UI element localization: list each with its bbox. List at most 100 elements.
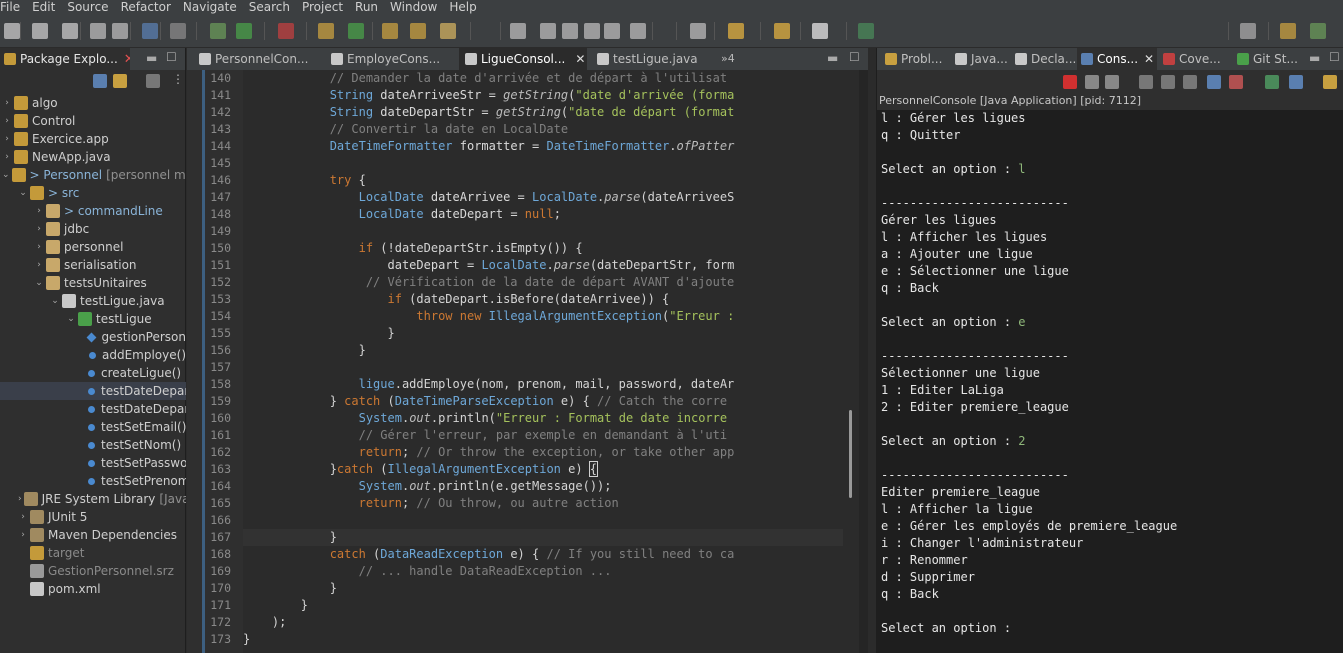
code-line[interactable]: }: [243, 325, 394, 342]
tree-item[interactable]: testSetEmail(): [0, 418, 186, 436]
menu-search[interactable]: Search: [247, 0, 300, 14]
console-tab[interactable]: Java...: [951, 48, 1009, 70]
open-type-icon[interactable]: [382, 23, 398, 39]
console-output[interactable]: l : Gérer les ligues q : Quitter Select an…: [877, 110, 1343, 653]
code-line[interactable]: System.out.println(e.getMessage());: [243, 478, 612, 495]
open-console-icon[interactable]: [1323, 75, 1337, 89]
tree-item[interactable]: › Maven Dependencies: [0, 526, 186, 544]
mark-occurrences-icon[interactable]: [562, 23, 578, 39]
tree-item[interactable]: › > commandLine: [0, 202, 186, 220]
tree-item[interactable]: gestionPerson: [0, 328, 186, 346]
tree-item[interactable]: target: [0, 544, 186, 562]
console-tab[interactable]: Cons... ✕: [1077, 48, 1157, 70]
tree-item[interactable]: › Control: [0, 112, 186, 130]
tree-item[interactable]: ⌄ > Personnel[personnel maste: [0, 166, 186, 184]
link-with-editor-icon[interactable]: [113, 74, 127, 88]
code-line[interactable]: );: [243, 614, 286, 631]
maximize-icon[interactable]: ☐: [849, 50, 860, 64]
word-wrap-icon[interactable]: [1183, 75, 1197, 89]
collapsed-twisty-icon[interactable]: ›: [2, 134, 12, 144]
tree-item[interactable]: testDateDepar: [0, 382, 186, 400]
editor-scrollbar[interactable]: [843, 70, 868, 653]
search-quick-access-icon[interactable]: [1240, 23, 1256, 39]
expanded-twisty-icon[interactable]: ⌄: [2, 170, 10, 180]
menu-source[interactable]: Source: [65, 0, 118, 14]
collapsed-twisty-icon[interactable]: ›: [34, 260, 44, 270]
tree-item[interactable]: pom.xml: [0, 580, 186, 598]
editor-tab[interactable]: EmployeCons...: [325, 48, 455, 70]
maximize-icon[interactable]: ☐: [166, 50, 177, 64]
tree-item[interactable]: testDateDepar: [0, 400, 186, 418]
pilcrow-icon[interactable]: [630, 23, 646, 39]
code-line[interactable]: }: [243, 342, 366, 359]
collapsed-twisty-icon[interactable]: ›: [34, 242, 44, 252]
code-line[interactable]: System.out.println("Erreur : Format de d…: [243, 410, 728, 427]
clear-console-icon[interactable]: [1139, 75, 1153, 89]
code-line[interactable]: }: [243, 529, 843, 546]
run-icon[interactable]: [236, 23, 252, 39]
tree-item[interactable]: › Exercice.app: [0, 130, 186, 148]
console-tab[interactable]: Cove...: [1159, 48, 1231, 70]
external-tools-icon[interactable]: [278, 23, 294, 39]
editor-scroll-thumb[interactable]: [849, 410, 852, 498]
tree-item[interactable]: › JUnit 5: [0, 508, 186, 526]
code-line[interactable]: }catch (IllegalArgumentException e) {: [243, 461, 599, 478]
tree-item[interactable]: › algo: [0, 94, 186, 112]
tree-item[interactable]: createLigue() :: [0, 364, 186, 382]
expanded-twisty-icon[interactable]: ⌄: [18, 188, 28, 198]
tree-item[interactable]: testSetNom() :: [0, 436, 186, 454]
open-task-icon[interactable]: [410, 23, 426, 39]
code-line[interactable]: // Vérification de la date de départ AVA…: [243, 274, 734, 291]
show-console-on-error-icon[interactable]: [1229, 75, 1243, 89]
tree-item[interactable]: GestionPersonnel.srz: [0, 562, 186, 580]
code-line[interactable]: dateDepart = LocalDate.parse(dateDepartS…: [243, 257, 734, 274]
code-line[interactable]: String dateDepartStr = getString("date d…: [243, 104, 735, 121]
block-selection-icon[interactable]: [584, 23, 600, 39]
code-line[interactable]: try {: [243, 172, 366, 189]
perspective-icon[interactable]: [858, 23, 874, 39]
save-icon[interactable]: [32, 23, 48, 39]
code-line[interactable]: if (dateDepart.isBefore(dateArrivee)) {: [243, 291, 669, 308]
tree-item[interactable]: › jdbc: [0, 220, 186, 238]
tree-item[interactable]: ⌄ testLigue.java: [0, 292, 186, 310]
tree-item[interactable]: testSetPasswo: [0, 454, 186, 472]
next-annotation-icon[interactable]: [690, 23, 706, 39]
console-tab[interactable]: Decla...: [1011, 48, 1076, 70]
tree-item[interactable]: ⌄ > src: [0, 184, 186, 202]
show-console-on-output-icon[interactable]: [1207, 75, 1221, 89]
code-line[interactable]: // Demander la date d'arrivée et de dépa…: [243, 70, 727, 87]
collapsed-twisty-icon[interactable]: ›: [2, 116, 12, 126]
code-line[interactable]: catch (DataReadException e) { // If you …: [243, 546, 735, 563]
code-line[interactable]: // Convertir la date en LocalDate: [243, 121, 568, 138]
console-tab[interactable]: Probl...: [881, 48, 949, 70]
redo-icon[interactable]: [112, 23, 128, 39]
collapsed-twisty-icon[interactable]: ›: [18, 530, 28, 540]
editor-tab[interactable]: PersonnelCon...: [193, 48, 321, 70]
code-line[interactable]: return; // Or throw the exception, or ta…: [243, 444, 735, 461]
code-line[interactable]: LocalDate dateArrivee = LocalDate.parse(…: [243, 189, 735, 206]
remove-all-launches-icon[interactable]: [1105, 75, 1119, 89]
skip-breakpoints-icon[interactable]: [170, 23, 186, 39]
tree-item[interactable]: › serialisation: [0, 256, 186, 274]
minimize-icon[interactable]: ▬: [827, 51, 838, 65]
collapsed-twisty-icon[interactable]: ›: [34, 224, 44, 234]
display-selected-console-icon[interactable]: [1289, 75, 1303, 89]
scroll-lock-icon[interactable]: [1161, 75, 1175, 89]
menu-run[interactable]: Run: [353, 0, 388, 14]
collapsed-twisty-icon[interactable]: ›: [2, 152, 12, 162]
minimize-icon[interactable]: ▬: [1309, 51, 1320, 65]
collapsed-twisty-icon[interactable]: ›: [34, 206, 44, 216]
search-icon[interactable]: [440, 23, 456, 39]
save-all-icon[interactable]: [62, 23, 78, 39]
forward-icon[interactable]: [812, 23, 828, 39]
editor-tab[interactable]: LigueConsol... ✕: [459, 48, 587, 70]
code-line[interactable]: // ... handle DataReadException ...: [243, 563, 612, 580]
undo-icon[interactable]: [90, 23, 106, 39]
collapsed-twisty-icon[interactable]: ›: [2, 98, 12, 108]
back-icon[interactable]: [728, 23, 744, 39]
menu-help[interactable]: Help: [447, 0, 486, 14]
code-line[interactable]: }: [243, 597, 308, 614]
new-icon[interactable]: [4, 23, 20, 39]
java-perspective-icon[interactable]: [1310, 23, 1326, 39]
menu-window[interactable]: Window: [388, 0, 447, 14]
